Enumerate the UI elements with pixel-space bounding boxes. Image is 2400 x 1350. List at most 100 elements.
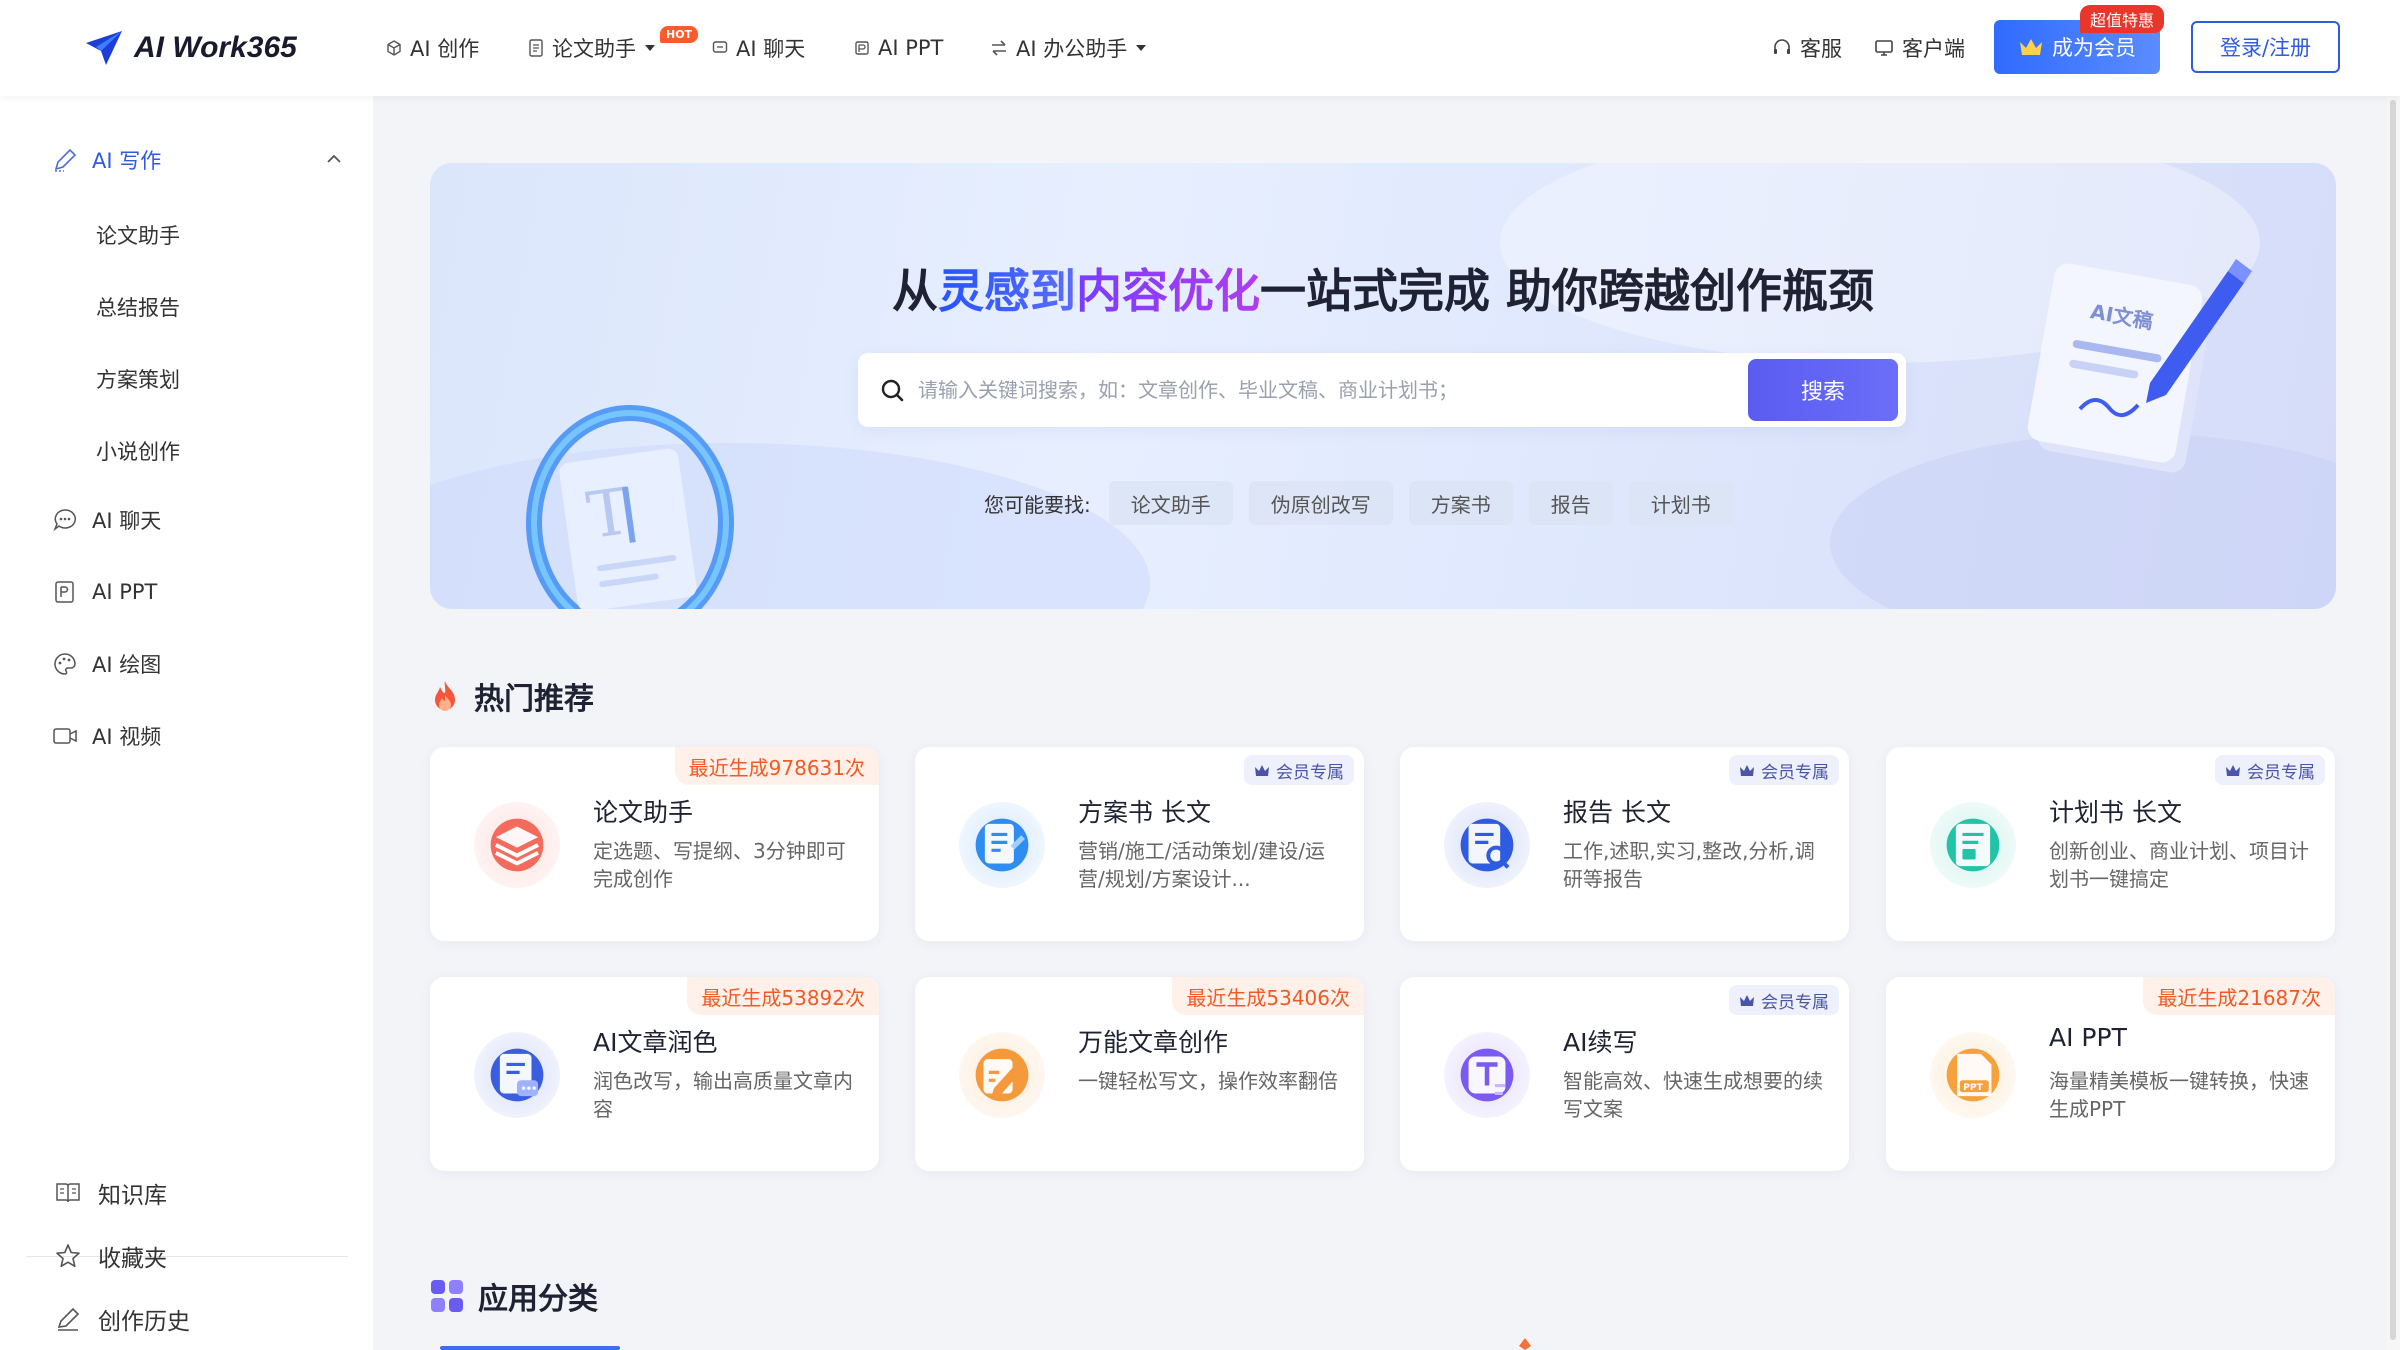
sidebar-item-ai-ppt[interactable]: AI PPT [52,572,157,612]
vip-only-badge: 会员专属 [1729,985,1839,1015]
recommend-card[interactable]: AI续写 智能高效、快速生成想要的续写文案 会员专属 [1400,977,1849,1171]
sidebar-item-favorites[interactable]: 收藏夹 [54,1236,167,1276]
nav-label: AI 聊天 [736,37,806,61]
suggestion-chip[interactable]: 方案书 [1408,481,1513,525]
headset-icon [1774,39,1790,54]
customer-service-link[interactable]: 客服 [1772,0,1842,96]
fire-icon [435,681,455,711]
nav-label: AI PPT [878,36,944,60]
vip-tag-text: 会员专属 [1761,992,1829,1013]
video-icon [53,728,77,744]
recommend-card[interactable]: 论文助手 定选题、写提纲、3分钟即可完成创作 最近生成978631次 [430,747,879,941]
pencil-icon [57,1307,80,1331]
vip-button-label: 成为会员 [2052,36,2136,60]
crown-icon [2226,764,2240,776]
hot-section-title: 热门推荐 [430,674,594,718]
suggestion-chip[interactable]: 伪原创改写 [1248,481,1393,525]
sidebar-item-label: AI 绘图 [92,653,162,677]
recommend-card[interactable]: 报告 长文 工作,述职,实习,整改,分析,调研等报告 会员专属 [1400,747,1849,941]
sidebar-bottom-label: 创作历史 [98,1309,190,1335]
svg-text:PPT: PPT [1963,1082,1984,1093]
sidebar-item-planning[interactable]: 方案策划 [96,364,180,394]
client-label: 客户端 [1902,37,1965,61]
crown-icon [1740,994,1754,1006]
top-bar: AI Work365 AI 创作 论文助手 HOT AI 聊天 AI PPT A… [0,0,2400,96]
card-description: 工作,述职,实习,整改,分析,调研等报告 [1563,839,1815,891]
plan-doc-icon [1930,802,2016,888]
vip-only-badge: 会员专属 [2215,755,2325,785]
sidebar-item-history[interactable]: 创作历史 [54,1299,190,1339]
title-highlight-inspiration: 灵感到 [937,264,1076,318]
polish-doc-icon [474,1032,560,1118]
chat-bubble-icon [53,509,77,532]
usage-count-badge: 最近生成53892次 [687,977,879,1015]
recommend-card[interactable]: 方案书 长文营销/施工/活动策划/建设/运营/规划/方案设计... 会员专属 [915,747,1364,941]
recommend-card[interactable]: AI文章润色 润色改写，输出高质量文章内容 最近生成53892次 [430,977,879,1171]
client-download-link[interactable]: 客户端 [1874,0,1965,96]
chevron-down-icon [1136,45,1147,51]
sidebar-item-summary-report[interactable]: 总结报告 [96,292,180,322]
logo-icon [86,31,122,65]
vip-tag-text: 会员专属 [1761,762,1829,783]
hot-badge: HOT [660,26,699,43]
vip-only-badge: 会员专属 [1729,755,1839,785]
nav-office[interactable]: AI 办公助手 [990,0,1147,96]
sidebar-bottom-label: 收藏夹 [98,1246,167,1272]
card-title: 论文助手 [593,798,694,827]
card-title: AI文章润色 [593,1028,718,1057]
chevron-up-icon[interactable] [326,154,342,164]
usage-count-badge: 最近生成53406次 [1172,977,1364,1015]
title-part: 一站式完成 助你跨越创作瓶颈 [1259,264,1874,318]
crown-icon [1255,764,1269,776]
nav-ai-create[interactable]: AI 创作 [386,0,479,96]
recommend-card[interactable]: 万能文章创作 一键轻松写文，操作效率翻倍 最近生成53406次 [915,977,1364,1171]
sidebar-item-thesis[interactable]: 论文助手 [96,220,180,250]
search-input[interactable] [918,353,1718,427]
sidebar-item-ai-chat[interactable]: AI 聊天 [52,500,161,540]
nav-label: AI 办公助手 [1016,37,1128,61]
crown-icon [2020,39,2042,55]
sidebar-item-ai-drawing[interactable]: AI 绘图 [52,644,161,684]
book-icon [56,1183,80,1203]
sidebar-bottom-label: 知识库 [98,1183,167,1209]
banner-title: 从灵感到内容优化一站式完成 助你跨越创作瓶颈 [430,255,2336,321]
brand-name: AI Work365 [134,31,297,64]
vip-tag-text: 会员专属 [2247,762,2315,783]
vip-tag-text: 会员专属 [1276,762,1344,783]
suggestion-chip[interactable]: 论文助手 [1108,481,1233,525]
login-register-button[interactable]: 登录/注册 [2191,21,2340,73]
hot-title-text: 热门推荐 [474,682,594,717]
nav-ppt[interactable]: AI PPT [854,0,943,96]
ppt-file-icon: PPT [1930,1032,2016,1118]
pen-icon [54,148,77,172]
card-description: 海量精美模板一键转换，快速生成PPT [2049,1069,2309,1121]
cube-icon [387,40,401,56]
suggestion-row: 您可能要找: 论文助手 伪原创改写 方案书 报告 计划书 [984,481,1733,525]
nav-thesis[interactable]: 论文助手 [528,0,656,96]
logo[interactable]: AI Work365 [84,26,297,70]
suggestion-chip[interactable]: 报告 [1528,481,1613,525]
search-button[interactable]: 搜索 [1748,359,1898,421]
chat-icon [712,41,728,53]
card-description: 营销/施工/活动策划/建设/运营/规划/方案设计... [1078,839,1325,891]
nav-chat[interactable]: AI 聊天 [712,0,805,96]
card-description: 智能高效、快速生成想要的续写文案 [1563,1069,1823,1121]
card-title: 方案书 长文 [1078,798,1211,827]
suggestion-label: 您可能要找: [984,492,1091,517]
sidebar-item-novel[interactable]: 小说创作 [96,436,180,466]
card-description: 一键轻松写文，操作效率翻倍 [1078,1069,1338,1093]
scrollbar-thumb[interactable] [2390,100,2396,1340]
card-description: 定选题、写提纲、3分钟即可完成创作 [593,839,846,891]
recommend-card[interactable]: 计划书 长文 创新创业、商业计划、项目计划书一键搞定 会员专属 [1886,747,2335,941]
star-icon [56,1244,80,1268]
recommend-card[interactable]: PPT AI PPT 海量精美模板一键转换，快速生成PPT 最近生成21687次 [1886,977,2335,1171]
sidebar-item-label: AI PPT [92,580,158,604]
sidebar-section-ai-writing[interactable]: AI 写作 [52,140,161,180]
card-title: AI PPT [2049,1023,2127,1052]
suggestion-chip[interactable]: 计划书 [1628,481,1733,525]
ppt-file-icon [55,581,74,603]
sidebar-item-knowledge-base[interactable]: 知识库 [54,1173,167,1213]
document-icon [529,39,543,57]
sidebar-item-ai-video[interactable]: AI 视频 [52,716,161,756]
vip-only-badge: 会员专属 [1244,755,1354,785]
